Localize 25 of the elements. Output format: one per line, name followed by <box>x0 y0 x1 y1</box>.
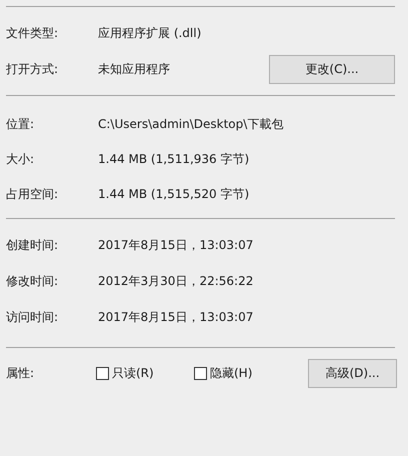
field-value: 2012年3月30日，22:56:22 <box>98 273 254 290</box>
checkbox[interactable]: 隐藏(H) <box>194 364 308 382</box>
field-value: 应用程序扩展 (.dll) <box>98 25 202 42</box>
field-label: 打开方式: <box>6 61 60 78</box>
field-label: 访问时间: <box>6 309 60 326</box>
field-label: 属性: <box>6 365 36 382</box>
field-value: C:\Users\admin\Desktop\下載包 <box>98 116 284 132</box>
field-value: 2017年8月15日，13:03:07 <box>98 309 254 326</box>
checkbox[interactable]: 只读(R) <box>96 364 194 382</box>
field-label: 修改时间: <box>6 273 60 290</box>
field-label: 大小: <box>6 150 36 168</box>
field-label: 位置: <box>6 116 36 132</box>
field-value: 2017年8月15日，13:03:07 <box>98 237 254 254</box>
checkbox-box[interactable] <box>194 366 207 380</box>
field-label: 创建时间: <box>6 237 60 254</box>
advanced-button[interactable]: 高级(D)... <box>308 358 397 388</box>
checkbox-label: 只读(R) <box>112 365 154 382</box>
field-label: 文件类型: <box>6 25 60 42</box>
checkbox-box[interactable] <box>96 366 109 380</box>
checkbox-label: 隐藏(H) <box>210 365 252 382</box>
change-button[interactable]: 更改(C)... <box>269 54 395 84</box>
field-label: 占用空间: <box>6 186 60 202</box>
field-value: 1.44 MB (1,515,520 字节) <box>98 186 250 202</box>
field-value: 1.44 MB (1,511,936 字节) <box>98 150 250 168</box>
field-value: 未知应用程序 <box>98 61 171 78</box>
